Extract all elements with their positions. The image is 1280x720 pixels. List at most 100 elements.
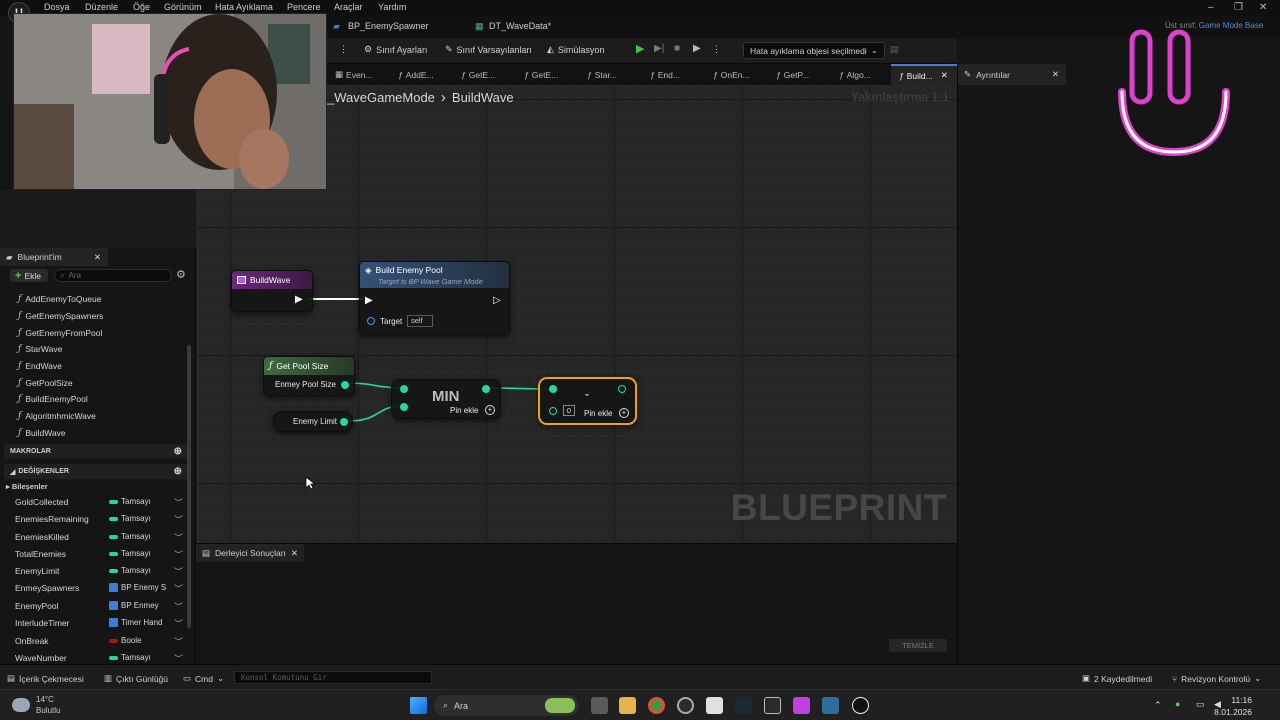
function-item[interactable]: ƒ GetPoolSize bbox=[18, 378, 73, 388]
variable-type[interactable]: Tamsayı bbox=[109, 497, 151, 506]
function-item[interactable]: ƒ GetEnemyFromPool bbox=[18, 328, 102, 338]
epic-icon[interactable] bbox=[764, 697, 781, 714]
visibility-eye-icon[interactable]: ︶ bbox=[174, 635, 183, 648]
clear-button[interactable]: TEMİZLE bbox=[889, 639, 947, 652]
steam-icon[interactable] bbox=[735, 697, 752, 714]
chrome-icon[interactable] bbox=[648, 697, 665, 714]
variable-row[interactable]: EnemiesRemaining Tamsayı ︶ bbox=[15, 513, 187, 527]
add-button[interactable]: + Ekle bbox=[10, 269, 48, 282]
graph-tab-function[interactable]: ƒ GetE... bbox=[453, 64, 516, 85]
function-item[interactable]: ƒ BuildEnemyPool bbox=[18, 394, 88, 404]
weather-widget[interactable]: 14°C Bulutlu bbox=[12, 694, 60, 716]
menu-file[interactable]: Dosya bbox=[44, 2, 70, 12]
find-icon[interactable]: ▤ bbox=[890, 44, 899, 55]
variable-type[interactable]: Tamsayı bbox=[109, 514, 151, 523]
system-clock[interactable]: 11:16 8.01.2026 bbox=[1214, 694, 1252, 718]
components-category[interactable]: ▸ Bileşenler bbox=[6, 482, 48, 491]
store-icon[interactable] bbox=[706, 697, 723, 714]
windows-search-box[interactable]: ⌕ Ara bbox=[434, 695, 579, 716]
variable-type[interactable]: BP Enemy S bbox=[109, 583, 166, 592]
minimize-icon[interactable]: – bbox=[1208, 2, 1214, 13]
exec-out-pin-icon[interactable]: ▷ bbox=[493, 295, 501, 306]
unreal-engine-icon[interactable] bbox=[852, 697, 869, 714]
more-options-icon[interactable]: ⋮ bbox=[339, 44, 348, 55]
output-log-button[interactable]: ▥ Çıktı Günlüğü bbox=[104, 673, 168, 684]
subtract-input-field[interactable]: 0 bbox=[563, 405, 575, 416]
menu-window[interactable]: Pencere bbox=[287, 2, 321, 12]
node-min[interactable]: MIN Pin ekle + bbox=[391, 379, 501, 419]
menu-view[interactable]: Görünüm bbox=[164, 2, 202, 12]
console-input[interactable]: Konsol Komutunu Gir bbox=[234, 671, 432, 684]
function-item[interactable]: ƒ StarWave bbox=[18, 344, 62, 354]
function-item[interactable]: ƒ AlgoritmhmicWave bbox=[18, 411, 96, 421]
function-item[interactable]: ƒ GetEnemySpawners bbox=[18, 311, 103, 321]
visibility-eye-icon[interactable]: ︶ bbox=[174, 565, 183, 578]
network-icon[interactable]: ▭ bbox=[1196, 699, 1205, 710]
left-panel-scrollbar[interactable] bbox=[187, 345, 191, 628]
close-window-icon[interactable]: ✕ bbox=[1259, 2, 1267, 13]
windows-start-icon[interactable] bbox=[410, 697, 427, 714]
graph-tab-buildwave[interactable]: ƒ Build... ✕ bbox=[891, 64, 957, 85]
exec-out-pin-icon[interactable]: ▶ bbox=[295, 294, 303, 305]
microphone-icon[interactable]: ● bbox=[1175, 699, 1180, 709]
tab-bp-enemyspawner[interactable]: BP_EnemySpawner bbox=[348, 21, 429, 31]
add-macro-icon[interactable]: ⊕ bbox=[174, 446, 182, 457]
maximize-icon[interactable]: ❐ bbox=[1234, 2, 1243, 13]
menu-asset[interactable]: Öğe bbox=[133, 2, 150, 12]
node-build-enemy-pool[interactable]: ◈ Build Enemy Pool Target is BP Wave Gam… bbox=[359, 261, 510, 335]
visibility-eye-icon[interactable]: ︶ bbox=[174, 617, 183, 630]
step-icon[interactable]: ▶| bbox=[654, 43, 664, 54]
add-pin-label[interactable]: Pin ekle bbox=[450, 406, 478, 415]
menu-tools[interactable]: Araçlar bbox=[334, 2, 363, 12]
node-buildwave-entry[interactable]: BuildWave ▶ bbox=[231, 270, 313, 312]
int-out-pin-icon[interactable] bbox=[482, 385, 490, 393]
variable-type[interactable]: Tamsayı bbox=[109, 653, 151, 662]
variable-row[interactable]: EnemyLimit Tamsayı ︶ bbox=[15, 565, 187, 579]
content-drawer-button[interactable]: ▤ İçerik Çekmecesi bbox=[7, 673, 84, 684]
variable-row[interactable]: GoldCollected Tamsayı ︶ bbox=[15, 496, 187, 510]
variable-row[interactable]: TotalEnemies Tamsayı ︶ bbox=[15, 548, 187, 562]
visibility-eye-icon[interactable]: ︶ bbox=[174, 531, 183, 544]
node-enemy-limit[interactable]: Enemy Limit bbox=[273, 411, 353, 432]
int-out-pin-icon[interactable] bbox=[618, 385, 626, 393]
menu-edit[interactable]: Düzenle bbox=[85, 2, 118, 12]
simulation-button[interactable]: ◭ Simülasyon bbox=[547, 44, 604, 55]
chevron-up-icon[interactable]: ⌃ bbox=[1154, 700, 1162, 711]
variable-row[interactable]: EnmeySpawners BP Enemy S ︶ bbox=[15, 582, 187, 596]
exec-in-pin-icon[interactable]: ▶ bbox=[365, 295, 373, 306]
details-tab[interactable]: ✎ Ayrıntılar ✕ bbox=[958, 64, 1066, 85]
revision-control-button[interactable]: ⑂ Revizyon Kontrolü ⌄ bbox=[1172, 673, 1261, 684]
int-in-pin-icon[interactable] bbox=[400, 385, 408, 393]
menu-help[interactable]: Yardım bbox=[378, 2, 406, 12]
macros-section-header[interactable]: MAKROLAR ⊕ bbox=[4, 444, 188, 459]
class-defaults-button[interactable]: ✎ Sınıf Varsayılanları bbox=[445, 44, 532, 55]
my-blueprint-tab[interactable]: ▰ Blueprint'im ✕ bbox=[0, 248, 108, 266]
graph-tab-function[interactable]: ƒ OnEn... bbox=[705, 64, 768, 85]
variable-type[interactable]: Tamsayı bbox=[109, 549, 151, 558]
steamvr-icon[interactable] bbox=[822, 697, 839, 714]
task-view-icon[interactable] bbox=[591, 697, 608, 714]
int-out-pin-icon[interactable] bbox=[340, 418, 348, 426]
file-explorer-icon[interactable] bbox=[619, 697, 636, 714]
node-get-pool-size[interactable]: ƒ Get Pool Size Enmey Pool Size bbox=[263, 356, 355, 396]
visibility-eye-icon[interactable]: ︶ bbox=[174, 600, 183, 613]
add-pin-label[interactable]: Pin ekle bbox=[584, 409, 612, 418]
graph-tab-function[interactable]: ƒ Algo... bbox=[831, 64, 891, 85]
play-options-icon[interactable]: ⋮ bbox=[712, 44, 721, 55]
menu-debug[interactable]: Hata Ayıklama bbox=[215, 2, 273, 12]
visibility-eye-icon[interactable]: ︶ bbox=[174, 548, 183, 561]
stop-icon[interactable]: ■ bbox=[674, 43, 680, 54]
variables-section-header[interactable]: ◢ DEĞİŞKENLER ⊕ bbox=[4, 464, 188, 479]
eject-icon[interactable]: ▶ bbox=[693, 43, 701, 54]
tab-dt-wavedata[interactable]: DT_WaveData* bbox=[489, 21, 551, 31]
int-out-pin-icon[interactable] bbox=[341, 381, 349, 389]
compiler-results-tab[interactable]: ▤ Derleyici Sonuçları ✕ bbox=[196, 544, 305, 562]
variable-type[interactable]: Timer Hand bbox=[109, 618, 163, 627]
graph-tab-function[interactable]: ƒ GetP... bbox=[768, 64, 831, 85]
target-value-field[interactable]: self bbox=[407, 315, 433, 327]
node-subtract[interactable]: 0 - Pin ekle + bbox=[538, 377, 637, 425]
graph-tab-event[interactable]: ▦ Even... bbox=[327, 64, 390, 85]
unsaved-button[interactable]: ▣ 2 Kaydedilmedi bbox=[1082, 673, 1152, 684]
int-in-pin-icon[interactable] bbox=[549, 407, 557, 415]
visibility-eye-icon[interactable]: ︶ bbox=[174, 513, 183, 526]
